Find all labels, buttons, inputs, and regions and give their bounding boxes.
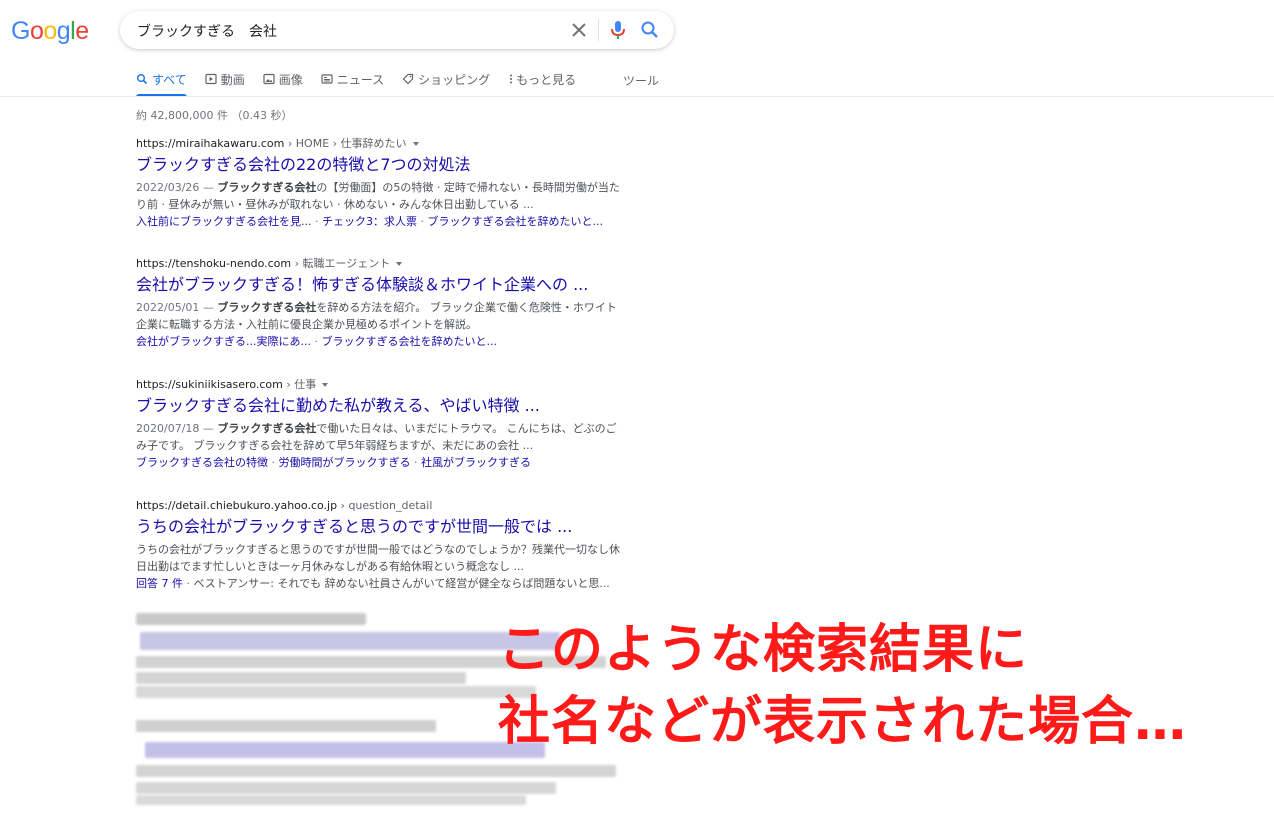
sitelink[interactable]: チェック3：求人票 (322, 215, 417, 228)
tab-label: すべて (152, 72, 187, 87)
snippet-text: うちの会社がブラックすぎると思うのですが世間一般ではどうなのでしょうか？残業代一… (136, 543, 620, 573)
tab-videos[interactable]: 動画 (205, 70, 245, 88)
overlay-caption: このような検索結果に 社名などが表示された場合… (498, 614, 1187, 758)
search-input[interactable]: ブラックすぎる 会社 (137, 21, 277, 41)
result-url[interactable]: https://miraihakawaru.com › HOME › 仕事辞めた… (136, 137, 626, 151)
result-breadcrumb: › HOME › 仕事辞めたい (284, 137, 407, 150)
header-divider (0, 96, 1274, 97)
tab-label: 動画 (220, 72, 245, 87)
result-title[interactable]: うちの会社がブラックすぎると思うのですが世間一般では ... (136, 516, 626, 538)
logo-letter: o (43, 17, 57, 45)
result-sitelinks: 入社前にブラックすぎる会社を見... · チェック3：求人票 · ブラックすぎる… (136, 215, 604, 228)
search-box[interactable]: ブラックすぎる 会社 (120, 11, 674, 49)
caption-line: 社名などが表示された場合… (498, 692, 1188, 752)
search-result: https://detail.chiebukuro.yahoo.co.jp › … (136, 499, 626, 592)
logo-letter: e (75, 17, 89, 45)
result-date: 2020/07/18 — (136, 422, 218, 435)
tag-icon (402, 73, 414, 85)
result-domain: https://sukiniikisasero.com (136, 378, 283, 391)
tab-label: もっと見る (516, 72, 577, 87)
clear-icon[interactable] (569, 19, 589, 41)
sitelink[interactable]: 労働時間がブラックすぎる (279, 456, 411, 469)
mic-icon[interactable] (609, 20, 627, 40)
result-date: 2022/05/01 — (136, 301, 218, 314)
caret-down-icon[interactable] (396, 262, 403, 266)
result-title[interactable]: ブラックすぎる会社に勤めた私が教える、やばい特徴 ... (136, 395, 626, 417)
result-snippet: うちの会社がブラックすぎると思うのですが世間一般ではどうなのでしょうか？残業代一… (136, 541, 626, 575)
snippet-highlight: ブラックすぎる会社 (217, 181, 317, 194)
search-result: https://tenshoku-nendo.com › 転職エージェント 会社… (136, 257, 626, 350)
result-title[interactable]: 会社がブラックすぎる！怖すぎる体験談＆ホワイト企業への ... (136, 274, 626, 296)
sitelink[interactable]: ブラックすぎる会社を辞めたいと... (321, 335, 497, 348)
google-logo[interactable]: Google (11, 17, 89, 47)
logo-letter: G (11, 17, 30, 45)
result-sitelinks: ブラックすぎる会社の特徴 · 労働時間がブラックすぎる · 社風がブラックすぎる (136, 456, 531, 469)
tab-shopping[interactable]: ショッピング (402, 70, 490, 88)
caret-down-icon[interactable] (322, 383, 329, 387)
sitelink[interactable]: ブラックすぎる会社を辞めたいと... (428, 215, 604, 228)
tab-label: ニュース (336, 72, 385, 87)
tools-button[interactable]: ツール (623, 72, 659, 89)
result-title[interactable]: ブラックすぎる会社の22の特徴と7つの対処法 (136, 154, 626, 176)
result-breadcrumb: › question_detail (337, 499, 433, 512)
result-domain: https://miraihakawaru.com (136, 137, 285, 150)
result-snippet: 2020/07/18 — ブラックすぎる会社で働いた日々は、いまだにトラウマ。 … (136, 420, 626, 454)
image-icon (263, 73, 275, 85)
sitelink[interactable]: 会社がブラックすぎる...実際にあ... (136, 335, 311, 348)
result-url[interactable]: https://tenshoku-nendo.com › 転職エージェント (136, 257, 626, 271)
result-snippet: 2022/05/01 — ブラックすぎる会社を辞める方法を紹介。 ブラック企業で… (136, 299, 626, 333)
caption-line: このような検索結果に (498, 620, 1029, 680)
logo-letter: g (56, 17, 71, 45)
result-sitelinks: 会社がブラックすぎる...実際にあ... · ブラックすぎる会社を辞めたいと..… (136, 335, 497, 348)
answer-count-link[interactable]: 回答 7 件 (136, 577, 183, 590)
result-url[interactable]: https://sukiniikisasero.com › 仕事 (136, 378, 626, 392)
tab-all[interactable]: すべて (136, 70, 187, 88)
snippet-highlight: ブラックすぎる会社 (217, 422, 317, 435)
news-icon (321, 74, 333, 84)
result-stats: 約 42,800,000 件 （0.43 秒） (136, 109, 293, 122)
result-date: 2022/03/26 — (136, 181, 218, 194)
sitelink[interactable]: ブラックすぎる会社の特徴 (136, 456, 268, 469)
search-result: https://sukiniikisasero.com › 仕事 ブラックすぎる… (136, 378, 626, 471)
tab-images[interactable]: 画像 (263, 70, 303, 88)
caret-down-icon[interactable] (412, 142, 419, 146)
search-icon (137, 74, 148, 85)
result-domain: https://detail.chiebukuro.yahoo.co.jp (136, 499, 338, 512)
sitelink[interactable]: 社風がブラックすぎる (421, 456, 531, 469)
best-answer-text: ベストアンサー: それでも 辞めない社員さんがいて経営が健全ならば問題ないと思.… (193, 577, 610, 590)
search-result: https://miraihakawaru.com › HOME › 仕事辞めた… (136, 137, 626, 230)
logo-letter: o (29, 17, 44, 45)
result-sitelinks: 回答 7 件 · ベストアンサー: それでも 辞めない社員さんがいて経営が健全な… (136, 577, 610, 590)
search-tabs: すべて 動画 画像 ニュース ショッピング もっと見る (136, 70, 594, 97)
result-breadcrumb: › 転職エージェント (291, 257, 391, 270)
tab-news[interactable]: ニュース (321, 70, 384, 88)
more-vert-icon (510, 74, 513, 84)
result-url[interactable]: https://detail.chiebukuro.yahoo.co.jp › … (136, 499, 626, 513)
result-snippet: 2022/03/26 — ブラックすぎる会社の【労働面】の5の特徴 · 定時で帰… (136, 179, 626, 213)
search-icon[interactable] (640, 20, 660, 40)
tab-more[interactable]: もっと見る (508, 70, 576, 88)
search-divider (598, 19, 599, 41)
sitelink[interactable]: 入社前にブラックすぎる会社を見... (136, 215, 312, 228)
tab-label: 画像 (278, 72, 303, 87)
tab-label: ショッピング (418, 72, 491, 87)
result-domain: https://tenshoku-nendo.com (136, 257, 292, 270)
snippet-highlight: ブラックすぎる会社 (217, 301, 317, 314)
video-icon (205, 73, 217, 85)
result-breadcrumb: › 仕事 (282, 378, 317, 391)
